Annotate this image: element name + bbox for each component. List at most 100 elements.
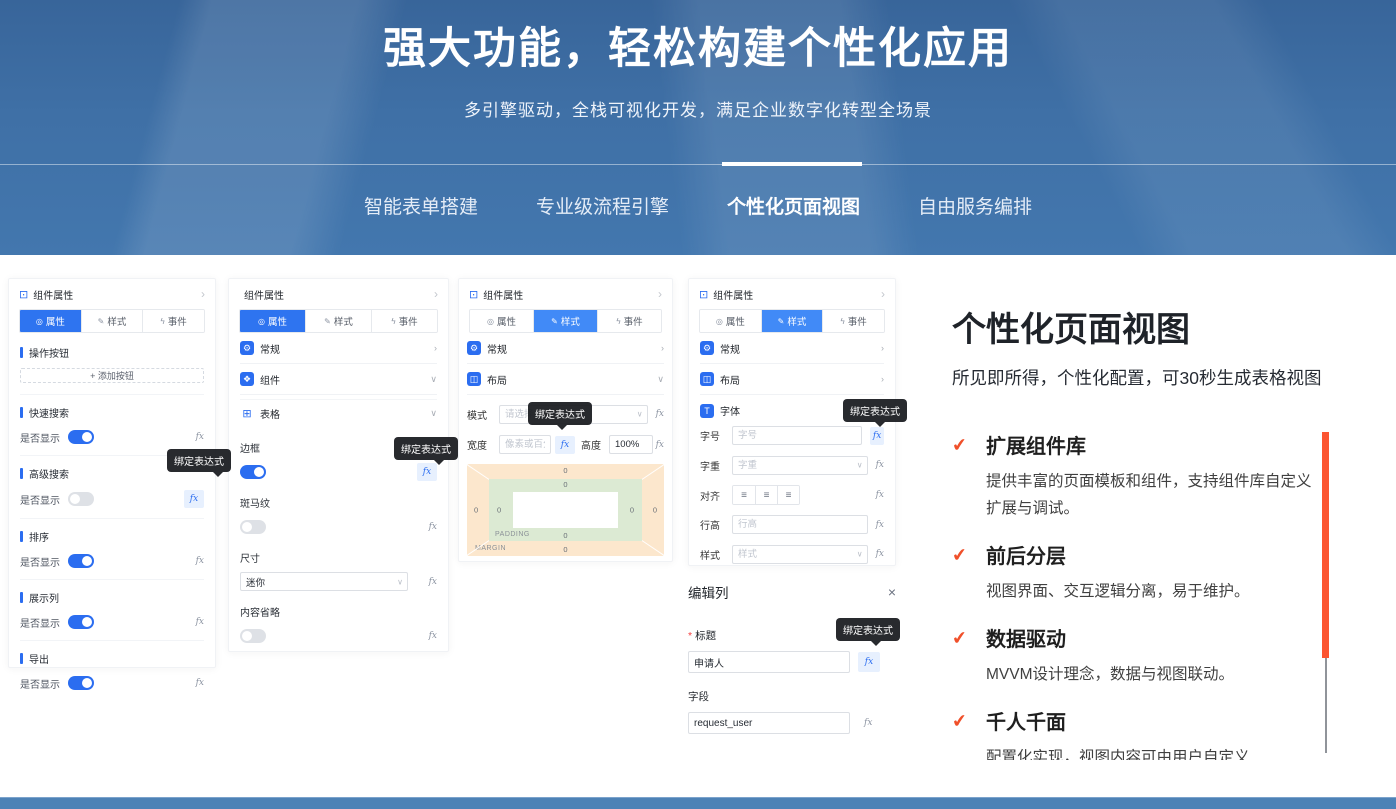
fx-binding-icon[interactable]: fx	[656, 409, 664, 419]
tab-smart-form[interactable]: 智能表单搭建	[364, 195, 478, 221]
chevron-right-icon[interactable]: ›	[434, 287, 438, 301]
fx-binding-icon[interactable]: fx	[196, 617, 204, 627]
align-left-icon[interactable]: ≡	[733, 486, 755, 504]
group-table[interactable]: ⊞ 表格 ∨	[240, 399, 437, 427]
fx-binding-icon[interactable]: fx	[429, 577, 437, 587]
visibility-toggle[interactable]	[68, 492, 94, 506]
attributes-icon: ◎	[36, 317, 43, 326]
panel-tab-group: ◎ 属性 ✎ 样式 ϟ 事件	[699, 309, 885, 333]
panel-title: 组件属性	[713, 287, 753, 302]
section-display-columns: 展示列 是否显示 fx	[20, 579, 204, 630]
tab-style[interactable]: ✎ 样式	[533, 310, 597, 332]
fx-binding-icon[interactable]: fx	[876, 460, 884, 470]
fx-binding-button[interactable]: fx	[858, 652, 880, 672]
feature-item-desc: MVVM设计理念，数据与视图联动。	[986, 661, 1316, 688]
column-field-input[interactable]	[688, 712, 850, 734]
feature-item-title: 数据驱动	[986, 627, 1334, 653]
visibility-toggle[interactable]	[68, 430, 94, 444]
align-right-icon[interactable]: ≡	[777, 486, 799, 504]
fx-binding-icon[interactable]: fx	[429, 522, 437, 532]
fx-binding-icon[interactable]: fx	[876, 490, 884, 500]
tab-attributes[interactable]: ◎ 属性	[700, 310, 761, 332]
chevron-right-icon[interactable]: ›	[201, 287, 205, 301]
fx-binding-icon[interactable]: fx	[429, 631, 437, 641]
tab-attributes[interactable]: ◎ 属性	[20, 310, 81, 332]
font-icon: T	[700, 404, 714, 418]
attributes-icon: ◎	[487, 317, 494, 326]
component-props-panel-1: ⊡ 组件属性 › ◎ 属性 ✎ 样式 ϟ 事件 操作按钮 + 添加按钮	[8, 278, 216, 668]
row-label: 是否显示	[20, 554, 60, 569]
fx-binding-icon[interactable]: fx	[876, 549, 884, 559]
tab-events[interactable]: ϟ 事件	[142, 310, 204, 332]
column-title-input[interactable]	[688, 651, 850, 673]
tab-service-orchestration[interactable]: 自由服务编排	[918, 195, 1032, 221]
panel-title: 组件属性	[483, 287, 523, 302]
group-layout[interactable]: ◫ 布局 ›	[700, 364, 884, 395]
fx-binding-icon[interactable]: fx	[876, 520, 884, 530]
tab-attributes[interactable]: ◎ 属性	[470, 310, 533, 332]
feature-item-title: 千人千面	[986, 710, 1334, 736]
close-icon[interactable]: ×	[888, 584, 896, 600]
height-input[interactable]	[609, 435, 653, 454]
scrollbar-track[interactable]	[1325, 658, 1327, 753]
footer-band	[0, 797, 1396, 809]
font-style-select[interactable]	[732, 545, 868, 564]
fx-binding-icon[interactable]: fx	[864, 718, 872, 728]
stripe-toggle[interactable]	[240, 520, 266, 534]
tab-personalized-view[interactable]: 个性化页面视图	[727, 195, 860, 221]
events-icon: ϟ	[841, 317, 845, 326]
chevron-right-icon[interactable]: ›	[881, 287, 885, 301]
panel-title: 组件属性	[244, 287, 284, 302]
tab-attributes[interactable]: ◎ 属性	[240, 310, 305, 332]
fx-binding-icon[interactable]: fx	[656, 440, 664, 450]
hero-divider	[0, 164, 1396, 165]
section-action-buttons: 操作按钮 + 添加按钮	[20, 333, 204, 384]
ellipsis-toggle[interactable]	[240, 629, 266, 643]
font-size-input[interactable]	[732, 426, 862, 445]
add-button-button[interactable]: + 添加按钮	[20, 368, 204, 383]
fx-binding-icon[interactable]: fx	[196, 556, 204, 566]
feature-item-desc: 配置化实现，视图内容可由用户自定义	[986, 744, 1316, 760]
tab-style[interactable]: ✎ 样式	[761, 310, 823, 332]
check-icon: ✔	[952, 710, 968, 732]
fx-binding-button[interactable]: fx	[184, 490, 204, 508]
events-icon: ϟ	[391, 317, 395, 326]
list-item: ✔ 扩展组件库 提供丰富的页面模板和组件，支持组件库自定义扩展与调试。	[952, 434, 1334, 522]
tab-style[interactable]: ✎ 样式	[305, 310, 371, 332]
feature-item-desc: 视图界面、交互逻辑分离，易于维护。	[986, 578, 1316, 605]
line-height-input[interactable]	[732, 515, 868, 534]
group-general[interactable]: ⚙ 常规 ›	[467, 333, 664, 364]
scrollbar-thumb[interactable]	[1322, 432, 1329, 658]
border-toggle[interactable]	[240, 465, 266, 479]
tab-events[interactable]: ϟ 事件	[371, 310, 437, 332]
group-general[interactable]: ⚙ 常规 ›	[700, 333, 884, 364]
tab-events[interactable]: ϟ 事件	[822, 310, 884, 332]
fx-binding-button[interactable]: fx	[555, 436, 575, 454]
feature-item-title: 扩展组件库	[986, 434, 1334, 460]
align-center-icon[interactable]: ≡	[755, 486, 777, 504]
chevron-right-icon: ›	[881, 374, 884, 384]
group-general[interactable]: ⚙ 常规 ›	[240, 333, 437, 364]
tab-process-engine[interactable]: 专业级流程引擎	[536, 195, 669, 221]
visibility-toggle[interactable]	[68, 554, 94, 568]
page-subtitle: 多引擎驱动，全栈可视化开发，满足企业数字化转型全场景	[0, 96, 1396, 121]
tab-events[interactable]: ϟ 事件	[597, 310, 661, 332]
panel-header: ⊡ 组件属性 ›	[689, 279, 895, 309]
size-select[interactable]	[240, 572, 408, 591]
visibility-toggle[interactable]	[68, 676, 94, 690]
page: 强大功能，轻松构建个性化应用 多引擎驱动，全栈可视化开发，满足企业数字化转型全场…	[0, 0, 1396, 809]
section-quick-search: 快速搜索 是否显示 fx	[20, 394, 204, 445]
width-input[interactable]	[499, 435, 551, 454]
font-weight-select[interactable]	[732, 456, 868, 475]
fx-binding-icon[interactable]: fx	[196, 678, 204, 688]
visibility-toggle[interactable]	[68, 615, 94, 629]
row-label: 是否显示	[20, 492, 60, 507]
chevron-right-icon[interactable]: ›	[658, 287, 662, 301]
tab-style[interactable]: ✎ 样式	[81, 310, 143, 332]
section-sort: 排序 是否显示 fx	[20, 518, 204, 569]
section-marker	[20, 347, 23, 358]
fx-binding-icon[interactable]: fx	[196, 432, 204, 442]
group-layout[interactable]: ◫ 布局 ∨	[467, 364, 664, 395]
group-component[interactable]: ❖ 组件 ∨	[240, 364, 437, 395]
bind-expression-tooltip: 绑定表达式	[836, 618, 900, 641]
